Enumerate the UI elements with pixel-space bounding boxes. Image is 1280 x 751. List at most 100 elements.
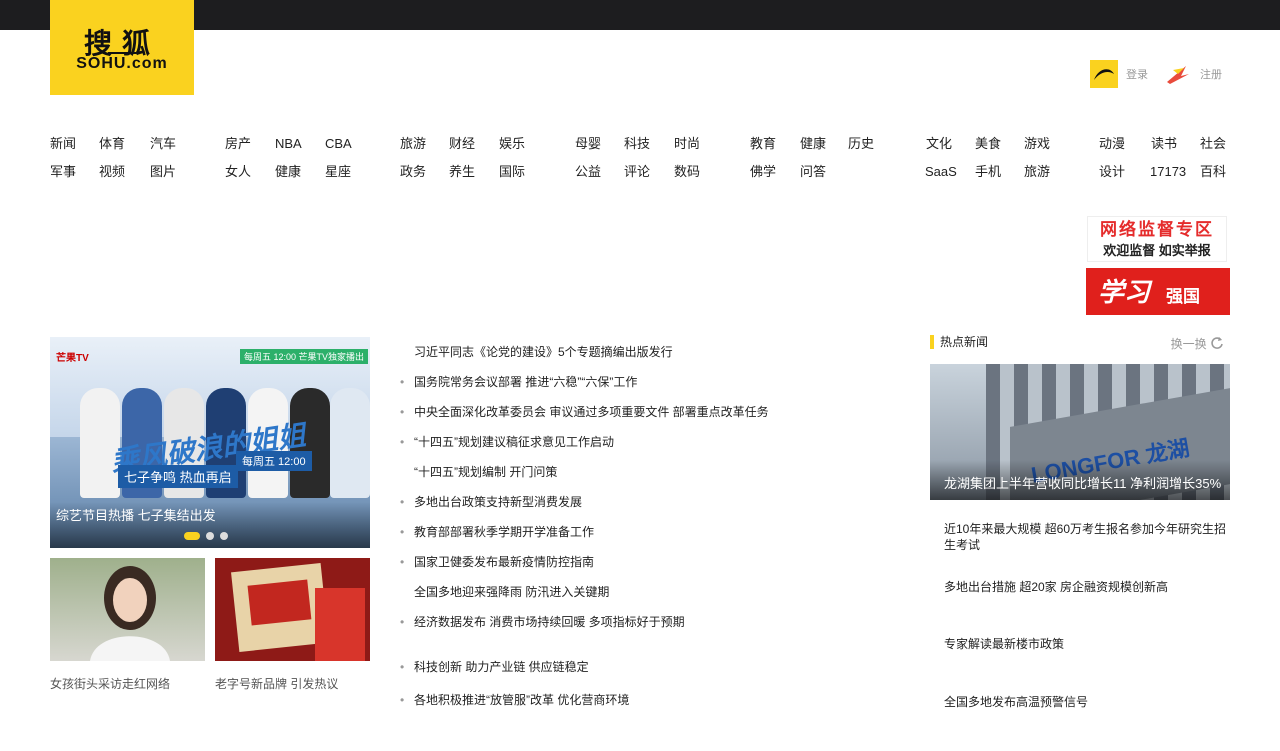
nav-item[interactable]: 历史 (848, 136, 874, 152)
nav-item[interactable]: 游戏 (1024, 136, 1050, 152)
nav-item[interactable]: 评论 (624, 164, 650, 180)
nav-item[interactable]: 图片 (150, 164, 176, 180)
nav-item[interactable]: 房产 (225, 136, 251, 152)
nav-item[interactable]: 国际 (499, 164, 525, 180)
nav-item[interactable]: 读书 (1151, 136, 1177, 152)
hot-news-item[interactable]: 多地出台措施 超20家 房企融资规模创新高 (944, 579, 1230, 637)
news-item[interactable]: 全国多地迎来强降雨 防汛进入关键期 (400, 584, 900, 614)
nav-item[interactable]: 时尚 (674, 136, 700, 152)
carousel-dot[interactable] (206, 532, 214, 540)
news-item[interactable]: • 教育部部署秋季学期开学准备工作 (400, 524, 900, 554)
news-text[interactable]: “十四五”规划建议稿征求意见工作启动 (414, 435, 614, 449)
focus-carousel[interactable]: 芒果TV 每周五 12:00 芒果TV独家播出 乘风破浪的姐姐 七子争鸣 热血再… (50, 337, 370, 548)
news-item[interactable]: • 多地出台政策支持新型消费发展 (400, 494, 900, 524)
nav-item[interactable]: 问答 (800, 164, 826, 180)
xuexi-left: 学习 (1098, 272, 1150, 309)
girl-photo-icon (50, 558, 205, 661)
news-bullet: • (400, 554, 404, 570)
news-text[interactable]: 多地出台政策支持新型消费发展 (414, 495, 582, 509)
nav-item[interactable]: NBA (275, 136, 302, 152)
news-bullet: • (400, 494, 404, 510)
nav-item[interactable]: 女人 (225, 164, 251, 180)
nav-item[interactable]: 娱乐 (499, 136, 525, 152)
news-bullet: • (400, 524, 404, 540)
news-item[interactable]: •经济数据发布 消费市场持续回暖 多项指标好于预期 (400, 614, 900, 659)
carousel-dot-active[interactable] (184, 532, 200, 540)
nav-item[interactable]: 旅游 (400, 136, 426, 152)
supervision-ad[interactable]: 网络监督专区 欢迎监督 如实举报 (1087, 216, 1227, 262)
nav-item[interactable]: 百科 (1200, 164, 1226, 180)
hot-accent-bar (930, 335, 934, 349)
news-text[interactable]: 国家卫健委发布最新疫情防控指南 (414, 555, 594, 569)
hot-image-caption[interactable]: 龙湖集团上半年营收同比增长11 净利润增长35% (944, 473, 1221, 492)
nav-item[interactable]: 健康 (800, 136, 826, 152)
news-item[interactable]: • 各地积极推进“放管服”改革 优化营商环境 (400, 692, 900, 722)
xuexi-ad[interactable]: 学习 强国 (1086, 268, 1230, 315)
hot-news-panel: 热点新闻 换一换 LONGFOR 龙湖 龙湖集团上半年营收同比增长11 净利润增… (930, 333, 1230, 355)
nav-item[interactable]: 旅游 (1024, 164, 1050, 180)
sohu-logo[interactable]: 搜狐 SOHU.com (50, 0, 194, 95)
news-item[interactable]: 习近平同志《论党的建设》5个专题摘编出版发行 (400, 344, 900, 374)
thumb-image-2[interactable] (215, 558, 370, 661)
nav-item[interactable]: 佛学 (750, 164, 776, 180)
nav-item[interactable]: 星座 (325, 164, 351, 180)
hot-news-item[interactable]: 近10年来最大规模 超60万考生报名参加今年研究生招生考试 (944, 521, 1230, 579)
nav-item[interactable]: 设计 (1099, 164, 1125, 180)
nav-item[interactable]: 汽车 (150, 136, 176, 152)
nav-item[interactable]: SaaS (925, 164, 957, 180)
nav-item[interactable]: 军事 (50, 164, 76, 180)
news-text[interactable]: “十四五”规划编制 开门问策 (414, 465, 557, 479)
refresh-control[interactable]: 换一换 (1171, 335, 1224, 352)
login-icon (1090, 60, 1118, 88)
nav-item[interactable]: 养生 (449, 164, 475, 180)
news-text[interactable]: 国务院常务会议部署 推进“六稳”“六保”工作 (414, 375, 637, 389)
news-bullet: • (400, 692, 404, 708)
carousel-dot[interactable] (220, 532, 228, 540)
nav-item[interactable]: 科技 (624, 136, 650, 152)
nav-item[interactable]: 美食 (975, 136, 1001, 152)
nav-item[interactable]: 社会 (1200, 136, 1226, 152)
nav-item[interactable]: 17173 (1150, 164, 1186, 180)
nav-item[interactable]: 政务 (400, 164, 426, 180)
news-text[interactable]: 习近平同志《论党的建设》5个专题摘编出版发行 (414, 345, 673, 359)
login-link[interactable]: 登录 (1090, 60, 1148, 88)
nav-item[interactable]: 手机 (975, 164, 1001, 180)
news-text[interactable]: 各地积极推进“放管服”改革 优化营商环境 (414, 693, 629, 707)
focus-caption[interactable]: 综艺节目热播 七子集结出发 (56, 505, 216, 524)
news-item[interactable]: •中央全面深化改革委员会 审议通过多项重要文件 部署重点改革任务 (400, 404, 900, 434)
hot-news-item[interactable]: 专家解读最新楼市政策 (944, 636, 1230, 694)
nav-item[interactable]: 数码 (674, 164, 700, 180)
news-bullet: • (400, 374, 404, 390)
thumb-caption-1[interactable]: 女孩街头采访走红网络 (50, 675, 170, 692)
news-item[interactable]: •科技创新 助力产业链 供应链稳定 (400, 659, 900, 692)
nav-item[interactable]: 财经 (449, 136, 475, 152)
news-item[interactable]: • 国务院常务会议部署 推进“六稳”“六保”工作 (400, 374, 900, 404)
news-text[interactable]: 科技创新 助力产业链 供应链稳定 (414, 660, 589, 674)
hot-news-header: 热点新闻 换一换 (930, 333, 1230, 355)
nav-item[interactable]: 母婴 (575, 136, 601, 152)
nav-item[interactable]: 教育 (750, 136, 776, 152)
news-text[interactable]: 经济数据发布 消费市场持续回暖 多项指标好于预期 (414, 615, 685, 629)
news-text[interactable]: 中央全面深化改革委员会 审议通过多项重要文件 部署重点改革任务 (414, 405, 769, 419)
news-item[interactable]: • 国家卫健委发布最新疫情防控指南 (400, 554, 900, 584)
news-text[interactable]: 全国多地迎来强降雨 防汛进入关键期 (414, 585, 609, 599)
thumb-caption-2[interactable]: 老字号新品牌 引发热议 (215, 675, 338, 692)
nav-item[interactable]: CBA (325, 136, 352, 152)
xuexi-right: 强国 (1166, 282, 1200, 307)
nav-item[interactable]: 体育 (99, 136, 125, 152)
news-item[interactable]: “十四五”规划编制 开门问策 (400, 464, 900, 494)
logo-divider (108, 52, 136, 54)
nav-item[interactable]: 公益 (575, 164, 601, 180)
news-text[interactable]: 教育部部署秋季学期开学准备工作 (414, 525, 594, 539)
thumb-image-1[interactable] (50, 558, 205, 661)
nav-item[interactable]: 新闻 (50, 136, 76, 152)
nav-item[interactable]: 动漫 (1099, 136, 1125, 152)
register-link[interactable]: 注册 (1164, 60, 1222, 88)
nav-item[interactable]: 健康 (275, 164, 301, 180)
nav-item[interactable]: 文化 (926, 136, 952, 152)
hot-news-item[interactable]: 全国多地发布高温预警信号 (944, 694, 1230, 751)
nav-item[interactable]: 视频 (99, 164, 125, 180)
news-item[interactable]: •“十四五”规划建议稿征求意见工作启动 (400, 434, 900, 464)
nav-row-2: 军事 视频 图片 女人 健康 星座 政务 养生 国际 公益 评论 数码 佛学 问… (50, 164, 1230, 192)
hot-news-image[interactable]: LONGFOR 龙湖 龙湖集团上半年营收同比增长11 净利润增长35% (930, 364, 1230, 500)
